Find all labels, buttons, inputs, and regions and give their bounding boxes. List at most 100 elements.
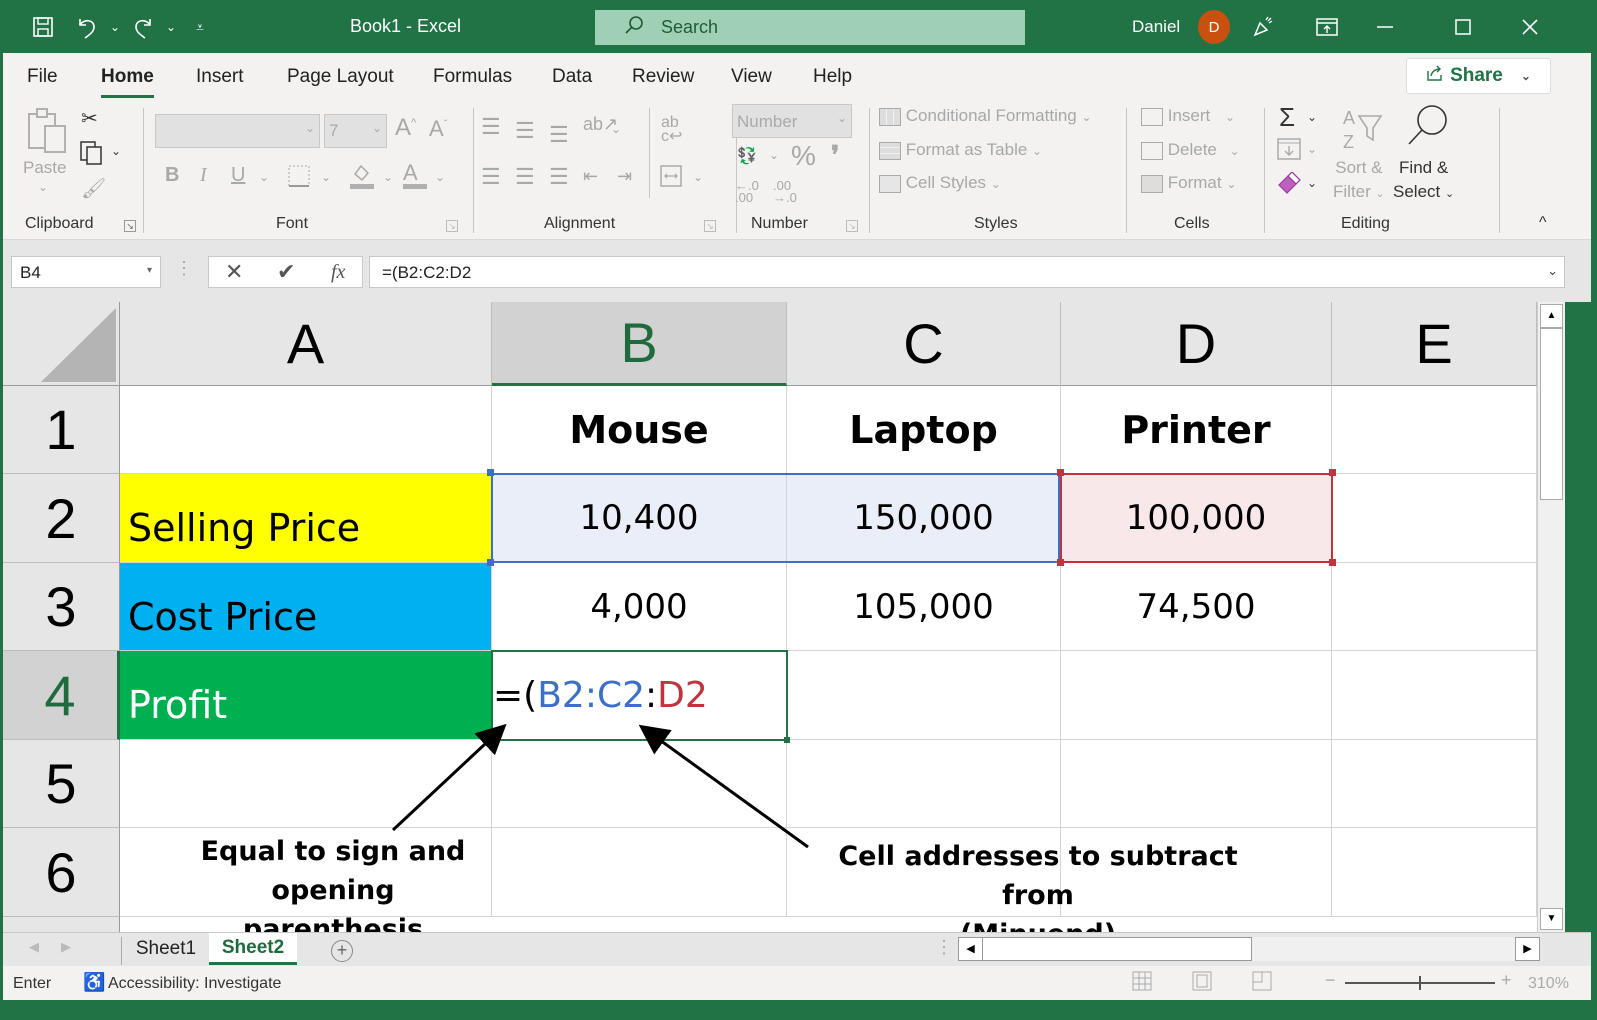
align-right-icon[interactable]: ☰ [549, 164, 569, 190]
font-color-dropdown-icon[interactable]: ⌄ [435, 170, 445, 184]
percent-style-button[interactable]: % [791, 140, 816, 172]
vertical-scrollbar[interactable]: ▲ ▼ [1537, 302, 1565, 932]
tab-split-grip-icon[interactable]: ⋮ [935, 937, 953, 958]
alignment-launcher-icon[interactable]: ↘ [704, 220, 716, 232]
top-align-icon[interactable]: ☰ [481, 114, 501, 140]
avatar[interactable]: D [1198, 10, 1230, 44]
zoom-level[interactable]: 310% [1528, 975, 1569, 993]
minimize-icon[interactable] [1370, 12, 1400, 42]
name-box-dropdown-icon[interactable]: ▾ [147, 265, 152, 276]
horizontal-scroll-track[interactable] [1252, 937, 1516, 961]
expand-formula-bar-icon[interactable]: ⌄ [1547, 263, 1558, 279]
autosum-dropdown-icon[interactable]: ⌄ [1307, 110, 1317, 124]
save-icon[interactable] [28, 12, 58, 42]
number-format-combo[interactable]: Number ⌄ [732, 104, 852, 138]
format-as-table-button[interactable]: Format as Table ⌄ [879, 140, 1042, 160]
tab-data[interactable]: Data [552, 66, 592, 88]
fill-color-dropdown-icon[interactable]: ⌄ [383, 170, 393, 184]
sheet-tab-sheet1[interactable]: Sheet1 [125, 933, 207, 965]
decrease-decimal-button[interactable]: .00 →.0 [773, 179, 803, 204]
paste-label[interactable]: Paste [23, 158, 66, 178]
fill-color-icon[interactable] [349, 162, 375, 195]
customize-quick-access-icon[interactable]: ⩡ [185, 12, 215, 42]
italic-button[interactable]: I [200, 164, 207, 187]
zoom-slider-thumb[interactable] [1419, 976, 1421, 990]
sort-filter-icon[interactable]: AZ [1341, 106, 1385, 157]
copy-icon[interactable] [79, 140, 105, 171]
collapse-ribbon-icon[interactable]: ^ [1539, 214, 1547, 232]
orientation-dropdown-icon[interactable]: ⌄ [611, 122, 621, 136]
underline-dropdown-icon[interactable]: ⌄ [259, 170, 269, 184]
paste-icon[interactable] [25, 106, 69, 159]
share-dropdown-icon[interactable]: ⌄ [1521, 69, 1531, 83]
accounting-format-icon[interactable]: 💱 [737, 146, 757, 166]
horizontal-scroll-thumb[interactable] [982, 937, 1252, 961]
scroll-left-icon[interactable]: ◀ [958, 937, 983, 961]
wrap-text-icon[interactable]: ab c↩ [661, 115, 682, 145]
undo-icon[interactable] [72, 12, 102, 42]
fill-icon[interactable] [1277, 138, 1301, 165]
autosum-icon[interactable]: Σ [1279, 102, 1295, 133]
cancel-entry-icon[interactable]: ✕ [225, 259, 243, 285]
merge-dropdown-icon[interactable]: ⌄ [693, 170, 703, 184]
bottom-align-icon[interactable]: ☰ [549, 122, 569, 148]
scroll-up-icon[interactable]: ▲ [1540, 304, 1563, 328]
font-color-icon[interactable]: A [403, 160, 427, 189]
tab-formulas[interactable]: Formulas [433, 66, 512, 88]
redo-icon[interactable] [128, 12, 158, 42]
underline-button[interactable]: U [231, 164, 245, 187]
align-left-icon[interactable]: ☰ [481, 164, 501, 190]
accounting-dropdown-icon[interactable]: ⌄ [769, 148, 779, 162]
fill-dropdown-icon[interactable]: ⌄ [1307, 142, 1317, 156]
find-magnifier-icon[interactable] [1405, 104, 1449, 153]
font-size-combo[interactable]: 7 ⌄ [324, 114, 387, 148]
format-cells-button[interactable]: Format ⌄ [1141, 173, 1236, 193]
font-launcher-icon[interactable]: ↘ [446, 220, 458, 232]
tab-help[interactable]: Help [813, 66, 852, 88]
tab-insert[interactable]: Insert [196, 66, 244, 88]
middle-align-icon[interactable]: ☰ [515, 118, 535, 144]
confirm-entry-icon[interactable]: ✔ [277, 259, 295, 285]
scroll-tabs-left-icon[interactable]: ◀ [29, 939, 39, 955]
coauthor-megaphone-icon[interactable] [1248, 12, 1278, 42]
formula-input[interactable]: =(B2:C2:D2 ⌄ [369, 256, 1565, 288]
vertical-scroll-thumb[interactable] [1540, 328, 1563, 500]
comma-style-button[interactable]: ❜ [831, 140, 839, 171]
insert-function-icon[interactable]: fx [331, 261, 345, 284]
tab-file[interactable]: File [27, 66, 58, 88]
number-launcher-icon[interactable]: ↘ [846, 220, 858, 232]
close-icon[interactable] [1515, 12, 1545, 42]
decrease-indent-icon[interactable]: ⇤ [583, 166, 598, 187]
redo-dropdown-icon[interactable]: ⌄ [156, 12, 186, 42]
tab-page-layout[interactable]: Page Layout [287, 66, 394, 88]
increase-decimal-button[interactable]: ←.0 .00 [735, 179, 765, 204]
clear-dropdown-icon[interactable]: ⌄ [1307, 176, 1317, 190]
decrease-font-size-icon[interactable]: Aˇ [429, 116, 447, 142]
bold-button[interactable]: B [165, 164, 179, 187]
add-sheet-button[interactable]: + [331, 940, 353, 962]
scroll-down-icon[interactable]: ▼ [1540, 908, 1563, 930]
scroll-right-icon[interactable]: ▶ [1515, 937, 1540, 961]
zoom-in-button[interactable]: + [1501, 970, 1512, 991]
accessibility-status[interactable]: Accessibility: Investigate [108, 975, 281, 993]
cell-styles-button[interactable]: Cell Styles ⌄ [879, 173, 1001, 193]
maximize-icon[interactable] [1448, 12, 1478, 42]
tab-view[interactable]: View [731, 66, 772, 88]
user-name[interactable]: Daniel [1132, 17, 1180, 37]
paste-dropdown-icon[interactable]: ⌄ [38, 180, 48, 194]
conditional-formatting-button[interactable]: Conditional Formatting ⌄ [879, 106, 1092, 126]
share-button[interactable]: Share ⌄ [1406, 58, 1551, 94]
increase-font-size-icon[interactable]: A^ [395, 114, 416, 142]
insert-cells-button[interactable]: Insert ⌄ [1141, 106, 1235, 126]
formula-bar-grip-icon[interactable]: ⋮ [175, 258, 193, 279]
borders-dropdown-icon[interactable]: ⌄ [321, 170, 331, 184]
delete-cells-button[interactable]: Delete ⌄ [1141, 140, 1240, 160]
search-box[interactable]: Search [595, 10, 1025, 45]
tab-review[interactable]: Review [632, 66, 694, 88]
increase-indent-icon[interactable]: ⇥ [617, 166, 632, 187]
format-painter-icon[interactable]: 🖌 [81, 176, 106, 201]
merge-center-icon[interactable] [659, 164, 683, 193]
find-select-button[interactable]: Find & Select ⌄ [1393, 156, 1454, 206]
ribbon-display-options-icon[interactable] [1312, 12, 1342, 42]
tab-home[interactable]: Home [101, 66, 154, 98]
